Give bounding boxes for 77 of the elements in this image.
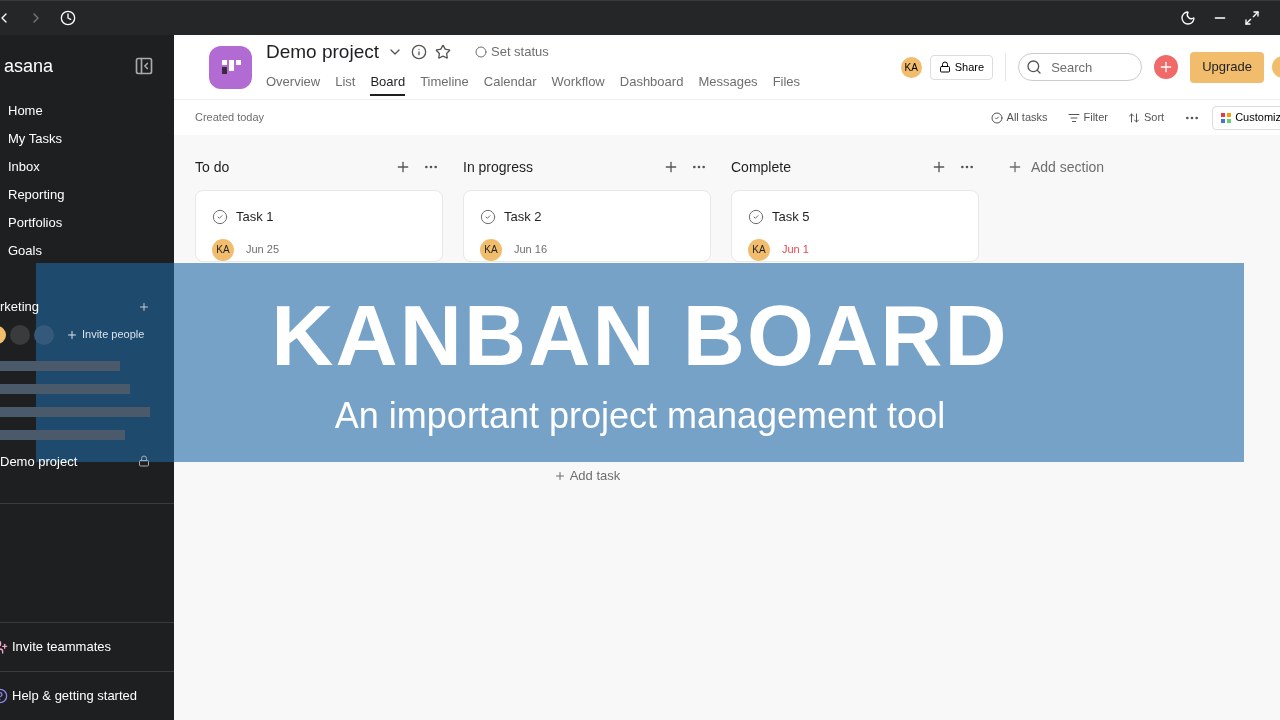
- due-date: Jun 25: [246, 242, 280, 258]
- banner-subtitle: An important project management tool: [334, 397, 946, 434]
- toolbar-button[interactable]: All tasks: [990, 109, 1048, 126]
- task-card[interactable]: Task 5 KA Jun 1: [731, 190, 979, 262]
- moon-icon[interactable]: [1180, 10, 1196, 26]
- avatar[interactable]: KA: [900, 56, 922, 78]
- add-section-button[interactable]: Add section: [1007, 155, 1105, 179]
- banner-title: KANBAN BOARD: [271, 291, 1009, 378]
- check-icon[interactable]: [212, 208, 228, 225]
- check-icon[interactable]: [748, 208, 764, 225]
- tab[interactable]: Timeline: [420, 68, 469, 97]
- team-name[interactable]: rketing: [0, 297, 40, 317]
- tab[interactable]: Board: [370, 68, 406, 97]
- plus-icon: [553, 469, 566, 482]
- tab[interactable]: Messages: [698, 68, 758, 97]
- nav-item[interactable]: Goals: [8, 241, 42, 261]
- column-title: To do: [195, 157, 231, 177]
- tab[interactable]: Calendar: [483, 68, 537, 97]
- tab[interactable]: Dashboard: [619, 68, 684, 97]
- share-button[interactable]: Share: [929, 54, 994, 80]
- nav-item[interactable]: Reporting: [8, 185, 65, 205]
- task-title: Task 2: [504, 208, 542, 226]
- tab[interactable]: List: [335, 68, 356, 97]
- logo[interactable]: asana: [0, 52, 54, 80]
- plus-icon: [66, 328, 78, 341]
- upgrade-button[interactable]: Upgrade: [1190, 51, 1264, 83]
- created-label: Created today: [195, 110, 265, 126]
- toolbar-button[interactable]: Filter: [1067, 109, 1108, 126]
- filter-icon: [1067, 111, 1080, 124]
- check-icon[interactable]: [480, 208, 496, 225]
- add-icon[interactable]: [931, 159, 947, 175]
- task-card[interactable]: Task 1 KA Jun 25: [195, 190, 443, 262]
- toolbar-button[interactable]: Sort: [1127, 109, 1165, 126]
- avatar: KA: [212, 238, 234, 261]
- project-item[interactable]: Demo project: [0, 451, 78, 471]
- nav-item[interactable]: My Tasks: [8, 129, 62, 149]
- column-title: Complete: [731, 157, 792, 177]
- footer-link[interactable]: Help & getting started: [12, 686, 138, 706]
- project-title[interactable]: Demo project: [266, 37, 379, 67]
- add-task-button[interactable]: Add task: [553, 466, 621, 486]
- tab[interactable]: Workflow: [551, 68, 605, 97]
- set-status-button[interactable]: Set status: [475, 42, 549, 62]
- plus-icon: [1007, 159, 1023, 175]
- add-icon[interactable]: [138, 300, 150, 313]
- task-title: Task 5: [772, 208, 810, 226]
- footer-link[interactable]: Invite teammates: [12, 637, 111, 657]
- lock-icon: [938, 61, 951, 73]
- collapse-icon[interactable]: [134, 56, 154, 76]
- nav-item[interactable]: Inbox: [8, 157, 40, 177]
- avatar: KA: [748, 238, 770, 261]
- column-title: In progress: [463, 157, 535, 177]
- due-date: Jun 1: [782, 242, 809, 258]
- search-field[interactable]: Search: [1018, 53, 1143, 81]
- tab[interactable]: Overview: [266, 68, 321, 97]
- project-icon: [209, 45, 252, 89]
- avatar: KA: [480, 238, 502, 261]
- search-icon: [1026, 59, 1043, 75]
- history-icon[interactable]: [60, 10, 76, 26]
- nav-item[interactable]: Home: [8, 101, 43, 121]
- invite-button[interactable]: Invite people: [66, 326, 145, 343]
- nav-item[interactable]: Portfolios: [8, 213, 63, 233]
- star-icon[interactable]: [435, 44, 451, 60]
- maximize-icon[interactable]: [1244, 10, 1260, 26]
- task-card[interactable]: Task 2 KA Jun 16: [463, 190, 711, 262]
- add-icon[interactable]: [395, 159, 411, 175]
- due-date: Jun 16: [514, 242, 548, 258]
- member-avatar: [10, 324, 30, 345]
- check-icon: [990, 111, 1003, 124]
- grid-icon: [1221, 112, 1232, 123]
- task-title: Task 1: [236, 208, 274, 226]
- tab[interactable]: Files: [772, 68, 801, 97]
- customize-button[interactable]: Customiz: [1212, 105, 1280, 130]
- add-button[interactable]: [1154, 55, 1179, 79]
- status-icon: [475, 46, 487, 58]
- add-icon[interactable]: [663, 159, 679, 175]
- info-icon[interactable]: [411, 44, 427, 60]
- sort-icon: [1127, 111, 1140, 124]
